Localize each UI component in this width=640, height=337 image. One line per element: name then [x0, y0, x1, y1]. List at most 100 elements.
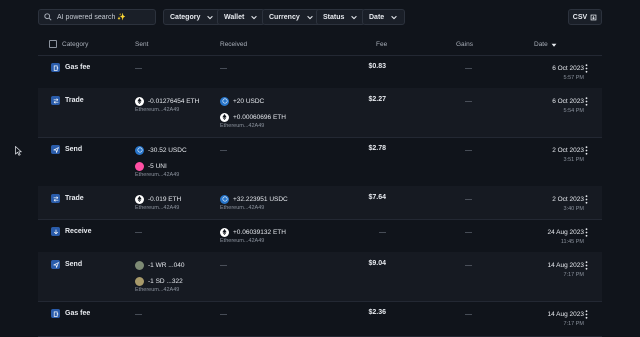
time-value: 3:40 PM — [563, 206, 584, 212]
column-sent[interactable]: Sent — [135, 41, 148, 48]
sent-asset: -1 WR ...040 — [135, 260, 184, 270]
received-asset: +0.00060696 ETH — [220, 112, 286, 122]
column-date-label: Date — [534, 41, 548, 48]
chevron-down-icon — [207, 15, 214, 20]
gains-value: — — [465, 262, 472, 269]
sent-asset: -0.019 ETH — [135, 194, 181, 204]
received-amount: +20 USDC — [233, 97, 265, 105]
trade-icon — [51, 194, 60, 203]
row-menu-icon[interactable] — [585, 261, 588, 270]
search-input[interactable]: AI powered search ✨ — [38, 9, 156, 25]
sent-amount: -0.01276454 ETH — [148, 97, 200, 105]
currency-filter[interactable]: Currency — [262, 9, 321, 25]
row-menu-icon[interactable] — [585, 146, 588, 155]
wallet-filter[interactable]: Wallet — [217, 9, 266, 25]
column-received[interactable]: Received — [220, 41, 247, 48]
filter-label: Wallet — [224, 13, 245, 21]
filter-label: Category — [170, 13, 201, 21]
search-placeholder: AI powered search ✨ — [57, 14, 127, 21]
fee-value: $2.27 — [368, 96, 386, 103]
sent-assets: -0.01276454 ETH Ethereum...42A49 — [135, 96, 199, 113]
gains-value: — — [465, 65, 472, 72]
send-icon — [51, 260, 60, 269]
row-menu-icon[interactable] — [585, 310, 588, 319]
sent-wallet-address: Ethereum...42A49 — [135, 205, 180, 211]
sent-wallet-address: Ethereum...42A49 — [135, 107, 180, 113]
sent-assets: -30.52 USDC -5 UNI Ethereum...42A49 — [135, 145, 187, 178]
sent-empty: — — [135, 65, 142, 72]
usdc-coin-icon — [220, 96, 229, 106]
category-cell: Send — [51, 145, 82, 154]
nft-coin-icon — [135, 260, 144, 270]
sent-assets: -1 WR ...040 -1 SD ...322 Ethereum...42A49 — [135, 260, 184, 293]
received-asset: +20 USDC — [220, 96, 286, 106]
time-value: 11:45 PM — [560, 239, 584, 245]
status-filter[interactable]: Status — [316, 9, 366, 25]
column-date[interactable]: Date — [534, 41, 557, 48]
date-value: 2 Oct 2023 — [552, 147, 584, 154]
column-gains[interactable]: Gains — [456, 41, 473, 48]
category-label: Gas fee — [65, 64, 91, 71]
time-value: 7:17 PM — [563, 321, 584, 327]
received-amount: +0.06039132 ETH — [233, 228, 286, 236]
row-menu-icon[interactable] — [585, 195, 588, 204]
category-label: Send — [65, 146, 83, 153]
gas-icon — [51, 63, 60, 72]
receive-icon — [51, 227, 60, 236]
select-all-checkbox[interactable] — [49, 40, 57, 48]
usdc-coin-icon — [135, 145, 144, 155]
eth-coin-icon — [135, 96, 144, 106]
gains-value: — — [465, 147, 472, 154]
sent-wallet-address: Ethereum...42A49 — [135, 287, 180, 293]
sent-empty: — — [135, 229, 142, 236]
usdc-coin-icon — [220, 194, 229, 204]
chevron-down-icon — [351, 15, 358, 20]
received-empty: — — [220, 311, 227, 318]
filter-label: Date — [369, 13, 385, 21]
gains-value: — — [465, 311, 472, 318]
sort-desc-icon — [551, 43, 557, 47]
received-wallet-address: Ethereum...42A49 — [220, 123, 265, 129]
filter-label: Currency — [269, 13, 300, 21]
row-menu-icon[interactable] — [585, 64, 588, 73]
csv-export-button[interactable]: CSV — [568, 9, 602, 25]
table-row[interactable]: Send -1 WR ...040 -1 SD ...322 Ethereum...4… — [38, 252, 602, 302]
table-row[interactable]: Gas fee — — $2.36 — 14 Aug 2023 7:17 PM — [38, 301, 602, 337]
mouse-cursor-icon — [15, 146, 22, 156]
send-icon — [51, 145, 60, 154]
row-menu-icon[interactable] — [585, 228, 588, 237]
search-icon — [44, 13, 52, 21]
received-empty: — — [220, 262, 227, 269]
table-row[interactable]: Send -30.52 USDC -5 UNI Ethereum...42A49 — $2… — [38, 137, 602, 187]
category-filter[interactable]: Category — [163, 9, 222, 25]
gains-value: — — [465, 196, 472, 203]
category-label: Send — [65, 261, 83, 268]
category-cell: Trade — [51, 194, 84, 203]
category-label: Receive — [65, 228, 92, 235]
nft2-coin-icon — [135, 276, 144, 286]
row-menu-icon[interactable] — [585, 97, 588, 106]
date-filter[interactable]: Date — [362, 9, 406, 25]
received-empty: — — [220, 147, 227, 154]
category-label: Trade — [65, 97, 84, 104]
date-value: 14 Aug 2023 — [547, 262, 584, 269]
table-row[interactable]: Gas fee — — $0.83 — 6 Oct 2023 5:57 PM — [38, 55, 602, 89]
sent-amount: -1 WR ...040 — [148, 261, 185, 269]
received-assets: +20 USDC +0.00060696 ETH Ethereum...42A49 — [220, 96, 286, 129]
time-value: 5:54 PM — [563, 108, 584, 114]
gains-value: — — [465, 229, 472, 236]
column-category[interactable]: Category — [62, 41, 88, 48]
table-row[interactable]: Trade -0.01276454 ETH Ethereum...42A49 +20 … — [38, 88, 602, 138]
table-row[interactable]: Trade -0.019 ETH Ethereum...42A49 +32.22395… — [38, 186, 602, 220]
toolbar: AI powered search ✨ Category Wallet Curr… — [0, 0, 640, 36]
eth-coin-icon — [220, 227, 229, 237]
filter-label: Status — [323, 13, 345, 21]
eth-coin-icon — [135, 194, 144, 204]
chevron-down-icon — [391, 15, 397, 20]
table-row[interactable]: Receive — +0.06039132 ETH Ethereum...42A49 —… — [38, 219, 602, 253]
date-value: 6 Oct 2023 — [552, 65, 584, 72]
table-header: Category Sent Received Fee Gains Date — [38, 36, 602, 56]
sent-asset: -1 SD ...322 — [135, 276, 184, 286]
time-value: 3:51 PM — [563, 157, 584, 163]
column-fee[interactable]: Fee — [376, 41, 387, 48]
